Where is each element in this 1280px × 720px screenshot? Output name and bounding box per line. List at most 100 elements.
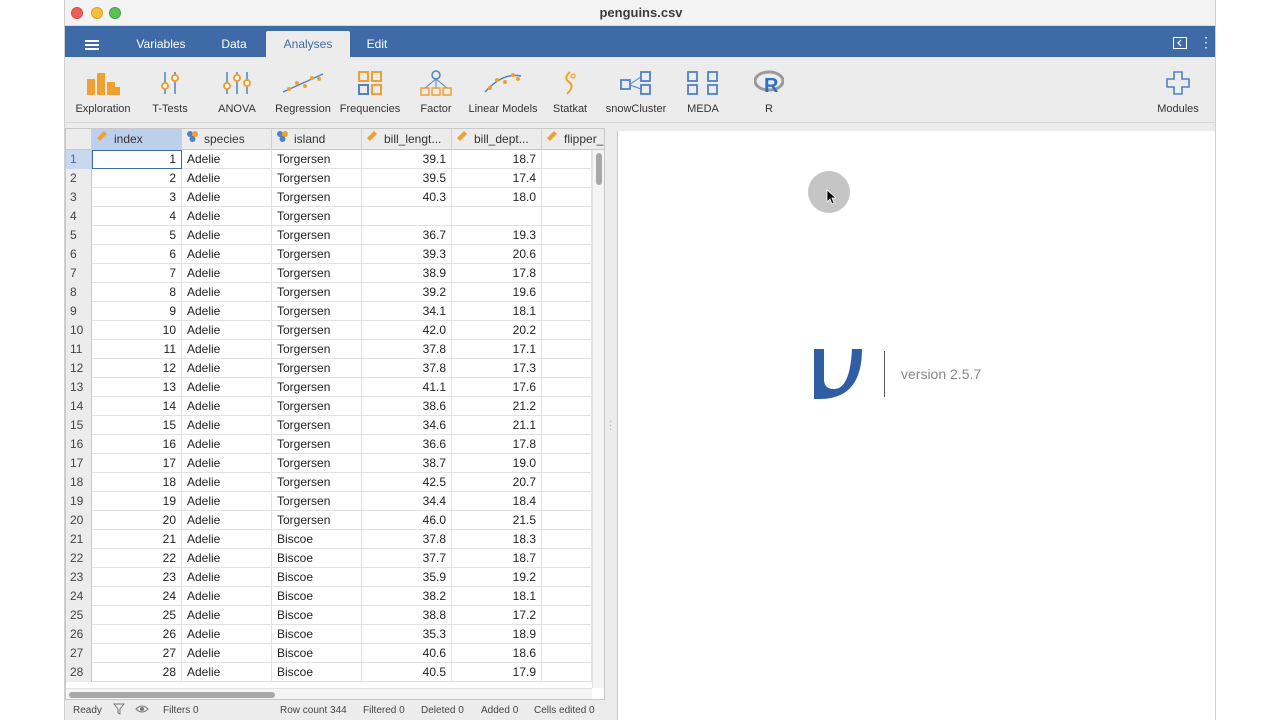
table-cell[interactable]: 38.8 [362,606,452,625]
column-header-bill-depth[interactable]: bill_dept... [452,129,542,150]
table-cell[interactable]: Torgersen [272,264,362,283]
table-cell[interactable]: 20 [92,511,182,530]
table-cell[interactable] [542,644,592,663]
row-number-cell[interactable]: 15 [66,416,92,435]
tab-variables[interactable]: Variables [127,31,195,57]
table-cell[interactable]: 4 [92,207,182,226]
scroll-thumb[interactable] [596,153,602,185]
table-cell[interactable]: 39.2 [362,283,452,302]
table-cell[interactable]: 36.6 [362,435,452,454]
table-cell[interactable]: Torgersen [272,435,362,454]
table-cell[interactable]: 15 [92,416,182,435]
table-cell[interactable]: 26 [92,625,182,644]
table-cell[interactable] [542,378,592,397]
table-row[interactable]: 10 10 Adelie Torgersen 42.0 20.2 [66,321,592,340]
table-cell[interactable]: 18.1 [452,302,542,321]
table-cell[interactable]: 17 [92,454,182,473]
table-cell[interactable]: Torgersen [272,511,362,530]
row-number-cell[interactable]: 5 [66,226,92,245]
table-cell[interactable]: 17.1 [452,340,542,359]
row-number-cell[interactable]: 17 [66,454,92,473]
tab-edit[interactable]: Edit [351,31,403,57]
table-cell[interactable] [542,435,592,454]
table-cell[interactable]: Adelie [182,492,272,511]
table-cell[interactable]: Adelie [182,321,272,340]
table-cell[interactable]: 14 [92,397,182,416]
table-cell[interactable]: 18.4 [452,492,542,511]
table-cell[interactable]: 41.1 [362,378,452,397]
table-cell[interactable]: Biscoe [272,568,362,587]
table-cell[interactable] [542,169,592,188]
table-cell[interactable]: 37.8 [362,359,452,378]
table-cell[interactable] [542,340,592,359]
table-cell[interactable]: 20.2 [452,321,542,340]
table-cell[interactable]: Adelie [182,568,272,587]
table-cell[interactable] [542,321,592,340]
row-number-cell[interactable]: 12 [66,359,92,378]
table-cell[interactable]: 19.3 [452,226,542,245]
table-cell[interactable]: 11 [92,340,182,359]
table-cell[interactable]: 21.5 [452,511,542,530]
table-cell[interactable]: Adelie [182,188,272,207]
table-cell[interactable]: 42.0 [362,321,452,340]
ribbon-regression-button[interactable]: Regression [267,69,339,115]
row-number-cell[interactable]: 25 [66,606,92,625]
ribbon-linear-models-button[interactable]: Linear Models [467,69,539,115]
table-cell[interactable]: 18.9 [452,625,542,644]
ribbon-statkat-button[interactable]: Statkat [534,69,606,115]
results-mode-icon[interactable] [1173,37,1187,52]
table-cell[interactable]: 5 [92,226,182,245]
table-cell[interactable]: 18.3 [452,530,542,549]
table-cell[interactable] [542,549,592,568]
row-number-cell[interactable]: 27 [66,644,92,663]
table-cell[interactable]: 19.6 [452,283,542,302]
table-cell[interactable]: Adelie [182,378,272,397]
table-cell[interactable]: Adelie [182,435,272,454]
table-cell[interactable]: 18 [92,473,182,492]
table-cell[interactable]: 37.8 [362,530,452,549]
table-cell[interactable]: 36.7 [362,226,452,245]
table-cell[interactable]: Torgersen [272,150,362,169]
table-cell[interactable]: Adelie [182,644,272,663]
table-cell[interactable]: Adelie [182,549,272,568]
table-cell[interactable]: 18.6 [452,644,542,663]
table-cell[interactable]: Torgersen [272,416,362,435]
table-cell[interactable]: Torgersen [272,169,362,188]
table-cell[interactable]: 18.7 [452,549,542,568]
table-cell[interactable]: 17.9 [452,663,542,682]
table-cell[interactable] [542,283,592,302]
table-cell[interactable] [542,606,592,625]
table-cell[interactable]: 8 [92,283,182,302]
table-cell[interactable]: 40.6 [362,644,452,663]
table-cell[interactable]: 40.5 [362,663,452,682]
table-cell[interactable]: 9 [92,302,182,321]
row-number-cell[interactable]: 20 [66,511,92,530]
row-number-cell[interactable]: 18 [66,473,92,492]
table-row[interactable]: 14 14 Adelie Torgersen 38.6 21.2 [66,397,592,416]
table-cell[interactable]: 17.4 [452,169,542,188]
table-cell[interactable]: Torgersen [272,302,362,321]
table-cell[interactable]: Adelie [182,530,272,549]
table-cell[interactable]: 37.8 [362,340,452,359]
table-cell[interactable]: 38.9 [362,264,452,283]
table-cell[interactable]: Adelie [182,207,272,226]
row-number-cell[interactable]: 3 [66,188,92,207]
table-row[interactable]: 7 7 Adelie Torgersen 38.9 17.8 [66,264,592,283]
table-cell[interactable]: Adelie [182,473,272,492]
row-number-cell[interactable]: 10 [66,321,92,340]
table-row[interactable]: 21 21 Adelie Biscoe 37.8 18.3 [66,530,592,549]
table-row[interactable]: 27 27 Adelie Biscoe 40.6 18.6 [66,644,592,663]
table-cell[interactable]: 27 [92,644,182,663]
table-cell[interactable]: Adelie [182,663,272,682]
table-cell[interactable]: Torgersen [272,340,362,359]
table-cell[interactable]: 38.6 [362,397,452,416]
table-cell[interactable]: 20.7 [452,473,542,492]
table-row[interactable]: 3 3 Adelie Torgersen 40.3 18.0 [66,188,592,207]
table-row[interactable]: 16 16 Adelie Torgersen 36.6 17.8 [66,435,592,454]
table-cell[interactable] [542,568,592,587]
table-cell[interactable]: Torgersen [272,188,362,207]
row-number-cell[interactable]: 14 [66,397,92,416]
table-cell[interactable]: 28 [92,663,182,682]
row-number-cell[interactable]: 7 [66,264,92,283]
table-cell[interactable]: 10 [92,321,182,340]
